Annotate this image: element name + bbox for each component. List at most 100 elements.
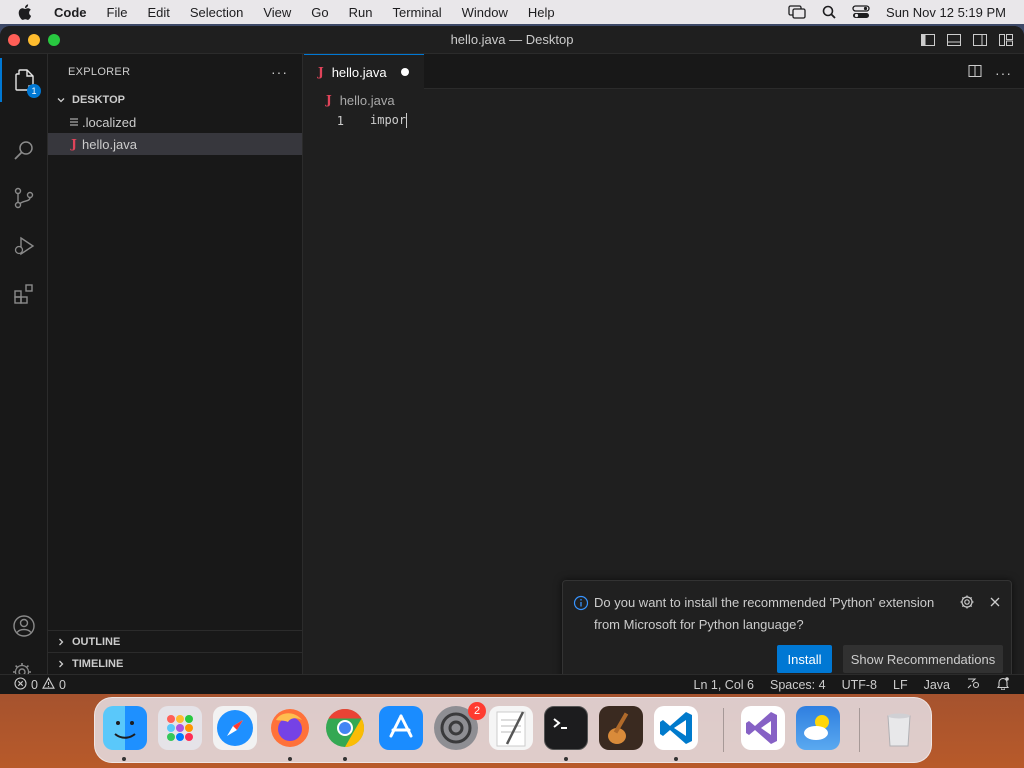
app-store-icon[interactable] (379, 706, 423, 750)
status-bar: 0 0 Ln 1, Col 6 Spaces: 4 UTF-8 LF Java (0, 674, 1024, 694)
extensions-activity-button[interactable] (0, 272, 48, 316)
firefox-running-dot (288, 757, 292, 761)
terminal-icon[interactable] (544, 706, 588, 750)
dock-separator (723, 708, 724, 752)
menu-window[interactable]: Window (462, 5, 508, 20)
unsaved-dot-icon[interactable] (400, 68, 409, 76)
search-icon (14, 141, 33, 160)
indentation-setting[interactable]: Spaces: 4 (770, 678, 826, 692)
tab-label: hello.java (331, 64, 387, 80)
explorer-activity-button[interactable]: 1 (0, 58, 48, 102)
weather-icon[interactable] (796, 706, 840, 750)
window-title: hello.java — Desktop (450, 32, 574, 47)
menu-run[interactable]: Run (349, 5, 373, 20)
text-cursor (406, 113, 408, 128)
folder-label: DESKTOP (72, 94, 125, 106)
feedback-icon[interactable] (966, 676, 980, 693)
firefox-icon[interactable] (268, 706, 312, 750)
source-control-icon (14, 187, 34, 209)
toggle-secondary-sidebar-icon[interactable] (972, 32, 988, 48)
window-controls (8, 34, 60, 46)
customize-layout-icon[interactable] (998, 32, 1014, 48)
vscode-window: hello.java — Desktop 1 EXPLORER ··· DESK… (0, 26, 1024, 694)
minimize-window-button[interactable] (28, 34, 40, 46)
accounts-activity-button[interactable] (0, 604, 48, 648)
visual-studio-icon[interactable] (741, 706, 785, 750)
menu-file[interactable]: File (107, 5, 128, 20)
vscode-icon[interactable] (654, 706, 698, 750)
textedit-icon[interactable] (489, 706, 533, 750)
screen-mirroring-icon[interactable] (788, 5, 806, 19)
warning-icon (42, 676, 55, 693)
file-label: .localized (82, 114, 137, 130)
file-item-localized[interactable]: .localized (48, 111, 302, 133)
source-control-activity-button[interactable] (0, 176, 48, 220)
chrome-running-dot (343, 757, 347, 761)
control-center-icon[interactable] (852, 5, 870, 19)
maximize-window-button[interactable] (48, 34, 60, 46)
tab-hello-java[interactable]: J hello.java (304, 54, 424, 89)
problems-indicator[interactable]: 0 0 (14, 676, 66, 693)
error-count: 0 (31, 677, 38, 692)
menu-view[interactable]: View (263, 5, 291, 20)
trash-icon[interactable] (877, 706, 921, 750)
file-label: hello.java (82, 136, 137, 152)
split-editor-icon[interactable] (967, 63, 983, 82)
close-window-button[interactable] (8, 34, 20, 46)
more-actions-icon[interactable]: ··· (995, 65, 1012, 81)
java-icon: J (318, 65, 324, 79)
end-of-line-setting[interactable]: LF (893, 678, 908, 692)
encoding-setting[interactable]: UTF-8 (842, 678, 877, 692)
explorer-header: EXPLORER ··· (48, 54, 302, 89)
breadcrumb[interactable]: J hello.java (304, 89, 1024, 111)
info-icon (573, 595, 589, 614)
language-mode[interactable]: Java (924, 678, 950, 692)
menu-terminal[interactable]: Terminal (393, 5, 442, 20)
line-code[interactable]: impor (370, 113, 408, 128)
more-actions-icon[interactable]: ··· (271, 64, 288, 80)
macos-menu-bar: Code File Edit Selection View Go Run Ter… (0, 0, 1024, 24)
apple-icon[interactable] (18, 3, 40, 21)
notifications-bell-icon[interactable] (996, 676, 1010, 693)
finder-running-dot (122, 757, 126, 761)
menu-app-name[interactable]: Code (54, 5, 87, 20)
outline-label: OUTLINE (72, 635, 121, 648)
code-line[interactable]: 1 impor (304, 111, 1024, 130)
layout-controls (920, 32, 1014, 48)
activity-bar: 1 (0, 54, 48, 686)
outline-section[interactable]: OUTLINE (48, 630, 302, 652)
menu-edit[interactable]: Edit (147, 5, 169, 20)
toggle-primary-sidebar-icon[interactable] (920, 32, 936, 48)
menu-go[interactable]: Go (311, 5, 328, 20)
show-recommendations-button[interactable]: Show Recommendations (843, 645, 1003, 673)
dock-separator (859, 708, 860, 752)
chevron-down-icon (54, 95, 68, 105)
run-debug-activity-button[interactable] (0, 224, 48, 268)
garageband-icon[interactable] (599, 706, 643, 750)
chrome-icon[interactable] (323, 706, 367, 750)
finder-icon[interactable] (103, 706, 147, 750)
folder-desktop[interactable]: DESKTOP (48, 89, 302, 111)
editor-tabs: J hello.java ··· (304, 54, 1024, 89)
search-activity-button[interactable] (0, 128, 48, 172)
menu-help[interactable]: Help (528, 5, 555, 20)
java-icon: J (326, 93, 332, 107)
line-text: impor (370, 113, 407, 127)
file-item-hello-java[interactable]: J hello.java (48, 133, 302, 155)
menu-selection[interactable]: Selection (190, 5, 243, 20)
chevron-right-icon (54, 637, 68, 647)
spotlight-search-icon[interactable] (822, 5, 836, 19)
timeline-section[interactable]: TIMELINE (48, 652, 302, 674)
gear-icon[interactable] (959, 594, 975, 613)
toggle-panel-icon[interactable] (946, 32, 962, 48)
system-settings-badge: 2 (468, 702, 486, 720)
menu-clock[interactable]: Sun Nov 12 5:19 PM (886, 5, 1006, 20)
explorer-title: EXPLORER (68, 65, 131, 78)
install-button[interactable]: Install (777, 645, 832, 673)
title-bar: hello.java — Desktop (0, 26, 1024, 54)
close-icon[interactable] (987, 594, 1003, 613)
launchpad-icon[interactable] (158, 706, 202, 750)
error-icon (14, 676, 27, 693)
safari-icon[interactable] (213, 706, 257, 750)
cursor-position[interactable]: Ln 1, Col 6 (694, 678, 754, 692)
